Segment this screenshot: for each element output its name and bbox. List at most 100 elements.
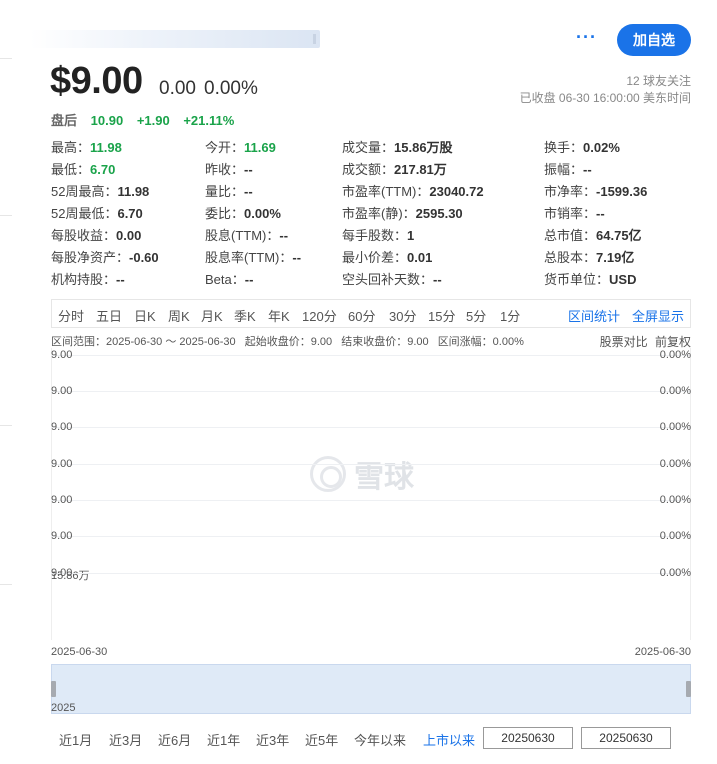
quote-value: 0.00: [116, 228, 142, 243]
fullscreen-link[interactable]: 全屏显示: [632, 306, 684, 325]
quote-item: 每手股数：1: [342, 225, 414, 244]
quote-item: 空头回补天数：--: [342, 269, 442, 288]
quote-value: --: [596, 206, 605, 221]
period-option[interactable]: 近1年: [207, 730, 240, 749]
quote-value: --: [292, 250, 302, 265]
y-tick-label: 9.00: [51, 458, 73, 470]
chart-tab[interactable]: 五日: [96, 306, 122, 325]
y-tick-label: 9.00: [51, 385, 73, 397]
chart-tab[interactable]: 年K: [268, 306, 290, 325]
end-date-input[interactable]: [581, 727, 671, 749]
quote-item: 振幅：--: [544, 159, 592, 178]
period-option[interactable]: 近3月: [109, 730, 142, 749]
quote-label: 成交额：: [342, 162, 395, 177]
chart-tab[interactable]: 日K: [134, 306, 156, 325]
quote-label: 总股本：: [544, 250, 597, 265]
followers-count[interactable]: 12 球友关注: [626, 72, 691, 89]
quote-value: 11.69: [244, 140, 276, 155]
y-tick-label: 9.00: [51, 494, 73, 506]
y-tick-label-right: 0.00%: [659, 530, 691, 542]
quote-value: 64.75亿: [596, 228, 642, 243]
navigator-right-handle[interactable]: [686, 681, 691, 697]
period-option[interactable]: 近6月: [158, 730, 191, 749]
compare-stocks-link[interactable]: 股票对比: [600, 335, 648, 349]
quote-value: 2595.30: [415, 206, 463, 221]
quote-value: -1599.36: [596, 184, 648, 199]
period-option[interactable]: 近1月: [59, 730, 92, 749]
chart-tab[interactable]: 月K: [201, 306, 223, 325]
stock-name-placeholder: [30, 30, 320, 48]
navigator-left-handle[interactable]: [51, 681, 56, 697]
gridline: [51, 536, 691, 537]
more-icon[interactable]: ···: [576, 27, 597, 48]
range-start-close: 起始收盘价：9.00: [244, 336, 333, 348]
y-tick-label-right: 0.00%: [659, 385, 691, 397]
gridline: [51, 391, 691, 392]
period-option[interactable]: 今年以来: [354, 730, 406, 749]
quote-label: 市销率：: [544, 206, 597, 221]
start-date-input[interactable]: [483, 727, 573, 749]
chart-tab[interactable]: 1分: [500, 306, 520, 325]
range-change: 区间涨幅：0.00%: [437, 336, 524, 348]
quote-label: 市净率：: [544, 184, 597, 199]
quote-label: 股息率(TTM)：: [205, 250, 293, 265]
quote-item: 货币单位：USD: [544, 269, 636, 288]
gridline: [51, 500, 691, 501]
quote-item: 机构持股：--: [51, 269, 125, 288]
chart-tab[interactable]: 周K: [168, 306, 190, 325]
quote-label: 今开：: [205, 140, 245, 155]
y-tick-label: 9.00: [51, 530, 73, 542]
x-axis-end: 2025-06-30: [634, 646, 691, 658]
market-status: 已收盘 06-30 16:00:00 美东时间: [519, 91, 691, 105]
quote-value: 217.81万: [394, 162, 447, 177]
quote-label: 机构持股：: [51, 272, 117, 287]
chart-tab[interactable]: 分时: [58, 306, 84, 325]
chart-tab[interactable]: 60分: [348, 306, 375, 325]
y-tick-label-right: 0.00%: [659, 458, 691, 470]
add-to-watchlist-button[interactable]: 加自选: [617, 24, 691, 56]
quote-label: 最高：: [51, 140, 91, 155]
price-change-pct: 0.00%: [204, 78, 258, 99]
quote-value: --: [244, 162, 253, 177]
chart-tab[interactable]: 30分: [389, 306, 416, 325]
quote-label: 市盈率(TTM)：: [342, 184, 430, 199]
quote-value: 6.70: [117, 206, 143, 221]
period-option[interactable]: 近3年: [256, 730, 289, 749]
quote-value: -0.60: [129, 250, 159, 265]
gridline: [51, 427, 691, 428]
chart-tab[interactable]: 5分: [466, 306, 486, 325]
quote-label: 换手：: [544, 140, 584, 155]
period-option[interactable]: 近5年: [305, 730, 338, 749]
quote-item: 最高：11.98: [51, 137, 122, 156]
quote-value: 6.70: [90, 162, 116, 177]
chart-tab[interactable]: 120分: [302, 306, 337, 325]
quote-label: 货币单位：: [544, 272, 610, 287]
range-navigator[interactable]: [51, 664, 691, 714]
range-stats-link[interactable]: 区间统计: [568, 306, 620, 325]
quote-label: 空头回补天数：: [342, 272, 434, 287]
quote-label: 每股收益：: [51, 228, 117, 243]
adjust-mode-link[interactable]: 前复权: [655, 335, 691, 349]
xueqiu-watermark: 雪球: [310, 452, 414, 496]
quote-item: 最低：6.70: [51, 159, 115, 178]
period-option[interactable]: 上市以来: [423, 730, 475, 749]
x-axis-start: 2025-06-30: [51, 646, 108, 658]
left-edge: [0, 0, 12, 764]
y-tick-label-right: 0.00%: [659, 567, 691, 579]
chart-tab[interactable]: 15分: [428, 306, 455, 325]
quote-value: --: [244, 272, 254, 287]
quote-value: 0.02%: [583, 140, 620, 155]
y-tick-label: 9.00: [51, 421, 73, 433]
quote-item: 每股净资产：-0.60: [51, 247, 159, 266]
quote-label: 振幅：: [544, 162, 584, 177]
gridline: [51, 464, 691, 465]
chart-tab[interactable]: 季K: [234, 306, 256, 325]
quote-value: 0.00%: [244, 206, 281, 221]
quote-item: 换手：0.02%: [544, 137, 620, 156]
xueqiu-logo-icon: [310, 456, 346, 492]
price-change: 0.00: [159, 78, 196, 99]
quote-value: --: [433, 272, 442, 287]
quote-item: 昨收：--: [205, 159, 253, 178]
quote-value: USD: [609, 272, 637, 287]
quote-item: 52周最低：6.70: [51, 203, 143, 222]
